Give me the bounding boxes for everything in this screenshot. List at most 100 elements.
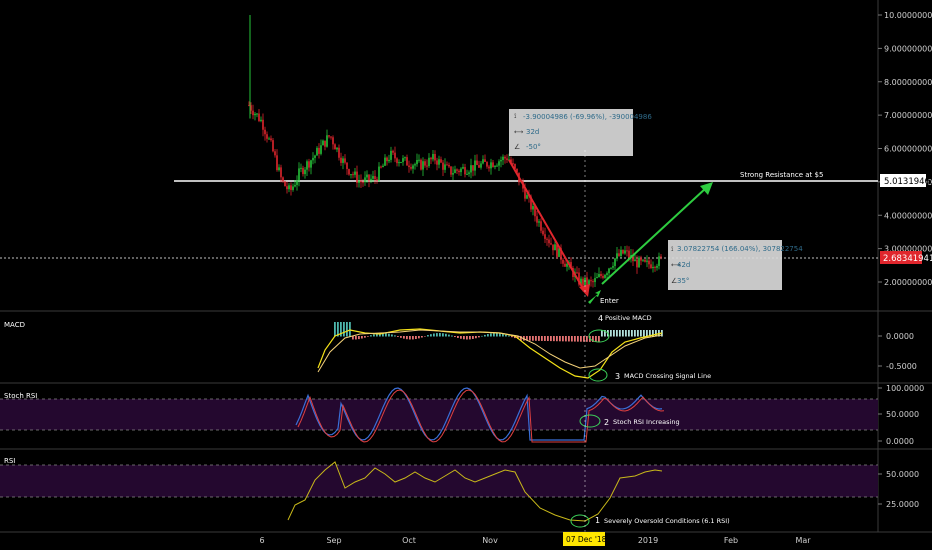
candle-body xyxy=(470,165,472,173)
price-tick-label: 6.00000000 xyxy=(884,145,932,154)
candle-body xyxy=(416,160,418,165)
macd-histogram-bar xyxy=(637,330,639,337)
candle-body xyxy=(456,169,458,171)
candle-body xyxy=(318,147,320,154)
current-price-label: 2.68341941 xyxy=(883,254,932,264)
macd-histogram-bar xyxy=(553,336,555,342)
candle-body xyxy=(334,144,336,150)
candle-body xyxy=(634,259,636,262)
candle-body xyxy=(306,161,308,170)
macd-histogram-bar xyxy=(574,336,576,342)
candle-body xyxy=(546,238,548,240)
candle-body xyxy=(372,176,374,179)
candle-body xyxy=(616,253,618,259)
measure-up-bars: 42d xyxy=(677,261,690,269)
macd-histogram-bar xyxy=(421,336,423,338)
candle-body xyxy=(294,184,296,187)
candle-body xyxy=(464,167,466,175)
macd-histogram-bar xyxy=(427,335,429,337)
macd-histogram-bar xyxy=(412,336,414,340)
price-tick-label: 9.00000000 xyxy=(884,44,932,53)
price-tick-label: 10.00000000 xyxy=(884,11,932,20)
candle-body xyxy=(432,154,434,160)
candle-body xyxy=(420,159,422,170)
candle-body xyxy=(310,160,312,168)
candle-body xyxy=(502,156,504,161)
candle-body xyxy=(440,159,442,163)
macd-title: MACD xyxy=(4,321,25,329)
candle-body xyxy=(300,167,302,169)
macd-histogram-bar xyxy=(334,322,336,337)
candle-body xyxy=(460,168,462,173)
candle-body xyxy=(610,267,612,269)
candle-body xyxy=(314,155,316,158)
candle-body xyxy=(412,165,414,169)
candle-body xyxy=(640,257,642,261)
candle-body xyxy=(594,278,596,283)
candle-body xyxy=(622,249,624,254)
annotation-1-text: Severely Oversold Conditions (6.1 RSI) xyxy=(604,517,730,525)
candle-body xyxy=(614,258,616,267)
candle-body xyxy=(252,110,254,116)
candle-body xyxy=(486,161,488,167)
candle-body xyxy=(378,166,380,181)
candle-body xyxy=(618,253,620,256)
candle-body xyxy=(452,172,454,175)
time-tick-label: Mar xyxy=(795,536,811,545)
price-tick-label: 2.00000000 xyxy=(884,278,932,287)
macd-histogram-bar xyxy=(643,330,645,337)
candle-body xyxy=(540,221,542,231)
candle-body xyxy=(554,244,556,251)
candle-body xyxy=(480,163,482,168)
indicator-axes: 0.0000 -0.5000 100.0000 50.0000 0.0000 50.000… xyxy=(878,332,924,509)
candle-body xyxy=(472,165,474,171)
macd-histogram-bar xyxy=(625,330,627,337)
panel-separators xyxy=(0,0,932,532)
measure-tool-down[interactable]: ⟟ -3.90004986 (-69.96%), -390004986 ⟷ 32… xyxy=(509,109,652,156)
candle-body xyxy=(290,185,292,190)
macd-histogram-bar xyxy=(469,336,471,340)
macd-histogram-bar xyxy=(406,336,408,340)
macd-histogram-bar xyxy=(403,336,405,339)
candle-body xyxy=(590,280,592,282)
candle-body xyxy=(430,157,432,160)
macd-histogram-bar xyxy=(475,336,477,339)
macd-histogram-bar xyxy=(583,336,585,342)
trading-chart: 10.00000000 9.00000000 8.00000000 7.0000000… xyxy=(0,0,932,546)
macd-histogram-bar xyxy=(361,336,363,339)
macd-histogram-bar xyxy=(436,333,438,337)
macd-histogram-bar xyxy=(622,330,624,337)
candle-body xyxy=(262,119,264,130)
macd-histogram-bar xyxy=(646,330,648,337)
candle-body xyxy=(450,166,452,175)
measure-tool-up[interactable]: ⟟ 3.07822754 (166.04%), 307822754 ⟷ 42d … xyxy=(668,240,803,290)
candle-body xyxy=(274,151,276,156)
candle-body xyxy=(292,186,294,190)
macd-histogram-bar xyxy=(424,336,426,337)
macd-histogram-bar xyxy=(556,336,558,342)
stoch-title: Stoch RSI xyxy=(4,392,37,400)
price-tick-label: 8.00000000 xyxy=(884,78,932,87)
macd-histogram-bar xyxy=(580,336,582,342)
candle-body xyxy=(424,161,426,166)
macd-histogram-bar xyxy=(619,330,621,337)
annotation-1-number: 1 xyxy=(595,516,600,525)
candle-body xyxy=(496,165,498,167)
candle-body xyxy=(650,264,652,269)
macd-histogram-bar xyxy=(373,334,375,337)
candle-body xyxy=(298,168,300,181)
candle-body xyxy=(388,159,390,162)
macd-histogram-bar xyxy=(355,336,357,340)
candle-body xyxy=(342,158,344,163)
candle-body xyxy=(500,160,502,162)
candle-body xyxy=(264,129,266,135)
macd-histogram-bar xyxy=(385,333,387,337)
macd-histogram-bar xyxy=(391,334,393,337)
candle-body xyxy=(354,171,356,175)
resistance-price-label: 5.01319461 xyxy=(884,177,932,187)
macd-histogram-bar xyxy=(559,336,561,342)
candle-body xyxy=(448,164,450,167)
macd-histogram-bar xyxy=(496,333,498,337)
time-tick-label: Nov xyxy=(482,536,498,545)
candle-body xyxy=(474,160,476,171)
